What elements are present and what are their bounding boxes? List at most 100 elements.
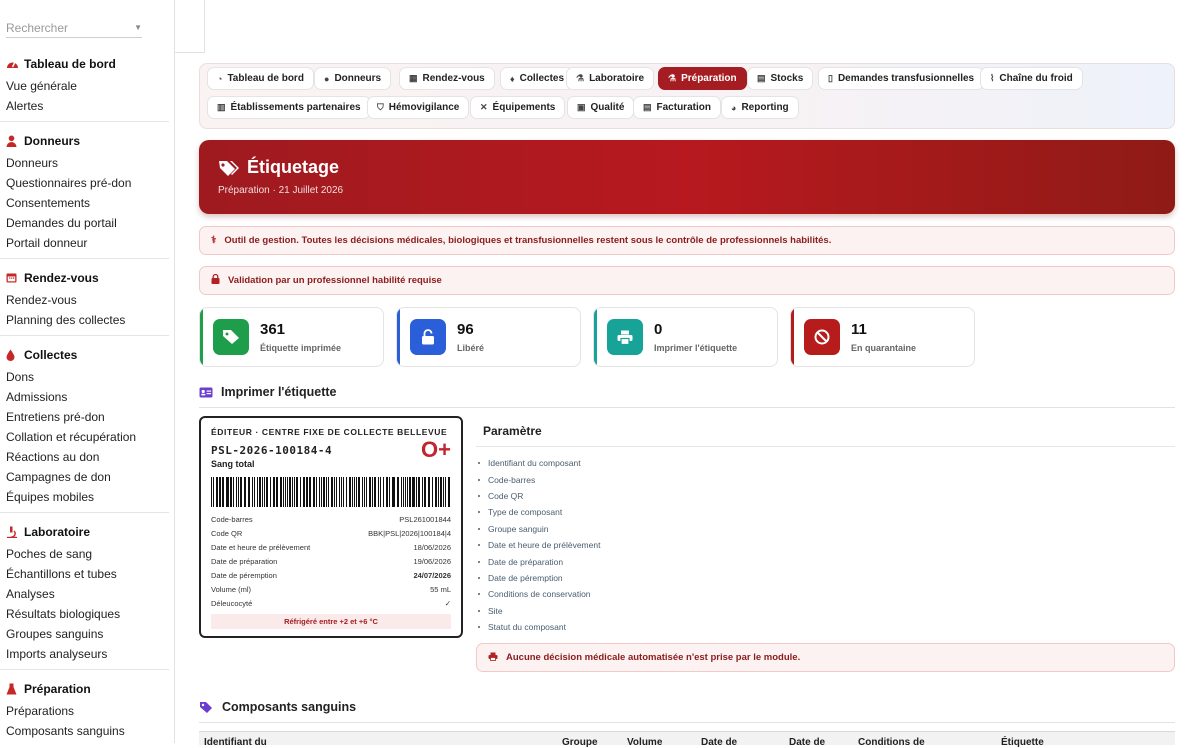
- top-bar-stub: [175, 0, 205, 53]
- barcode-bar: [386, 477, 388, 507]
- sidebar-item[interactable]: Analyses: [0, 584, 55, 604]
- barcode-bar: [421, 477, 424, 507]
- barcode-bar: [431, 477, 434, 507]
- sidebar-item[interactable]: Composants sanguins: [0, 721, 125, 741]
- parameter-item: Date de préparation: [478, 553, 778, 569]
- sidebar-item[interactable]: Résultats biologiques: [0, 604, 120, 624]
- sidebar-item[interactable]: Demandes du portail: [0, 213, 117, 233]
- stat-accent-bar: [791, 308, 794, 366]
- sidebar-item[interactable]: Vue générale: [0, 76, 77, 96]
- user-doctor-icon: ⚕: [211, 235, 217, 246]
- barcode-bar: [251, 477, 253, 507]
- tab-label: Collectes: [519, 73, 565, 84]
- sidebar-section-1[interactable]: Donneurs: [0, 131, 80, 151]
- sidebar-item[interactable]: Collation et récupération: [0, 427, 136, 447]
- sidebar-item[interactable]: Groupes sanguins: [0, 624, 103, 644]
- tools-icon: ✕: [480, 102, 488, 112]
- sidebar-item[interactable]: Préparations: [0, 701, 74, 721]
- sidebar-item[interactable]: Donneurs: [0, 153, 58, 173]
- sidebar-item[interactable]: Entretiens pré-don: [0, 407, 105, 427]
- barcode-bar: [259, 477, 261, 507]
- gauge-icon: ◔: [217, 73, 223, 84]
- sidebar-item[interactable]: Réactions au don: [0, 447, 99, 467]
- tab-qualite[interactable]: ▣ Qualité: [567, 96, 635, 119]
- tab-stocks[interactable]: ▤ Stocks: [747, 67, 814, 90]
- sidebar-section-3[interactable]: Collectes: [0, 345, 77, 365]
- divider: [199, 722, 1175, 723]
- sidebar-section-title: Tableau de bord: [24, 57, 116, 71]
- tab-chaine-du-froid[interactable]: ⌇ Chaîne du froid: [980, 67, 1083, 90]
- sidebar-section-0[interactable]: Tableau de bord: [0, 54, 116, 74]
- label-field-name: Code-barres: [211, 514, 253, 524]
- tab-rendez-vous[interactable]: ▦ Rendez-vous: [399, 67, 495, 90]
- print-section-label: Imprimer l'étiquette: [221, 385, 337, 399]
- barcode-bar: [331, 477, 333, 507]
- id-card-icon: [199, 387, 213, 397]
- label-product-id: PSL-2026-100184-4: [211, 444, 333, 457]
- tab-donneurs[interactable]: ● Donneurs: [314, 67, 392, 90]
- sidebar-section-4[interactable]: Laboratoire: [0, 522, 90, 542]
- no-automated-decision-alert: Aucune décision médicale automatisée n'e…: [476, 643, 1175, 672]
- tab-reporting[interactable]: ◕ Reporting: [721, 96, 799, 119]
- chevron-down-icon[interactable]: ▼: [134, 23, 142, 32]
- barcode-bar: [312, 477, 314, 507]
- tags-icon: [200, 701, 212, 713]
- barcode-bar: [354, 477, 356, 507]
- sidebar-item[interactable]: Alertes: [0, 96, 43, 116]
- warehouse-icon: ▤: [757, 73, 766, 83]
- parameter-item: Date de péremption: [478, 570, 778, 586]
- label-field-row: Code-barres PSL261001844: [211, 512, 451, 526]
- barcode-bar: [437, 477, 440, 507]
- sidebar: Rechercher ▼ Tableau de bord Vue générale…: [0, 0, 175, 743]
- search-placeholder: Rechercher: [6, 20, 69, 35]
- invoice-icon: ▤: [643, 102, 652, 112]
- sidebar-section-5[interactable]: Préparation: [0, 679, 91, 699]
- sidebar-item[interactable]: Campagnes de don: [0, 467, 111, 487]
- page-subtitle: Préparation · 21 Juillet 2026: [218, 185, 344, 196]
- sidebar-item[interactable]: Imports analyseurs: [0, 644, 107, 664]
- sidebar-item[interactable]: Équipes mobiles: [0, 487, 94, 507]
- page-header: Étiquetage Préparation · 21 Juillet 2026: [199, 140, 1175, 214]
- barcode-bar: [391, 477, 393, 507]
- tab-laboratoire[interactable]: ⚗ Laboratoire: [566, 67, 655, 90]
- sidebar-item[interactable]: Admissions: [0, 387, 67, 407]
- tab-demandes-transfusionnelles[interactable]: ▯ Demandes transfusionnelles: [818, 67, 985, 90]
- sidebar-item[interactable]: Poches de sang: [0, 544, 92, 564]
- sidebar-item[interactable]: Planning des collectes: [0, 310, 125, 330]
- barcode-bar: [282, 477, 285, 507]
- tab-facturation[interactable]: ▤ Facturation: [633, 96, 721, 119]
- sidebar-item[interactable]: Portail donneur: [0, 233, 87, 253]
- tab-hemovigilance[interactable]: ⛉ Hémovigilance: [367, 96, 470, 119]
- barcode-bar: [409, 477, 411, 507]
- tab-preparation[interactable]: ⚗ Préparation: [658, 67, 747, 90]
- tab-tableau-de-bord[interactable]: ◔ Tableau de bord: [207, 67, 314, 90]
- barcode-bar: [321, 477, 322, 507]
- barcode-bar: [413, 477, 416, 507]
- sidebar-item[interactable]: Consentements: [0, 193, 90, 213]
- barcode-bar: [219, 477, 222, 507]
- barcode-bar: [368, 477, 370, 507]
- sidebar-section-title: Préparation: [24, 682, 91, 696]
- parameter-item: Identifiant du composant: [478, 455, 778, 471]
- stat-label: Imprimer l'étiquette: [654, 343, 738, 353]
- microscope-icon: [6, 526, 18, 539]
- tab-label: Donneurs: [334, 73, 382, 84]
- tab-equipements[interactable]: ✕ Équipements: [470, 96, 566, 119]
- label-issuer: ÉDITEUR · CENTRE FIXE DE COLLECTE BELLEV…: [211, 427, 448, 437]
- sidebar-item[interactable]: Questionnaires pré-don: [0, 173, 131, 193]
- barcode-bar: [261, 477, 263, 507]
- tab-collectes[interactable]: ♦ Collectes: [500, 67, 575, 90]
- stat-card: 11 En quarantaine: [790, 307, 975, 367]
- sidebar-section-2[interactable]: Rendez-vous: [0, 268, 99, 288]
- tab-etablissements-partenaires[interactable]: ▥ Établissements partenaires: [207, 96, 371, 119]
- sidebar-item[interactable]: Dons: [0, 367, 34, 387]
- divider: [476, 446, 1175, 447]
- barcode-bar: [305, 477, 308, 507]
- sidebar-item[interactable]: Échantillons et tubes: [0, 564, 117, 584]
- barcode-image: [211, 477, 451, 507]
- sidebar-item[interactable]: Rendez-vous: [0, 290, 77, 310]
- barcode-bar: [403, 477, 405, 507]
- barcode-bar: [448, 477, 451, 507]
- label-field-row: Déleucocyté ✓: [211, 596, 451, 610]
- search-input[interactable]: Rechercher ▼: [6, 18, 142, 38]
